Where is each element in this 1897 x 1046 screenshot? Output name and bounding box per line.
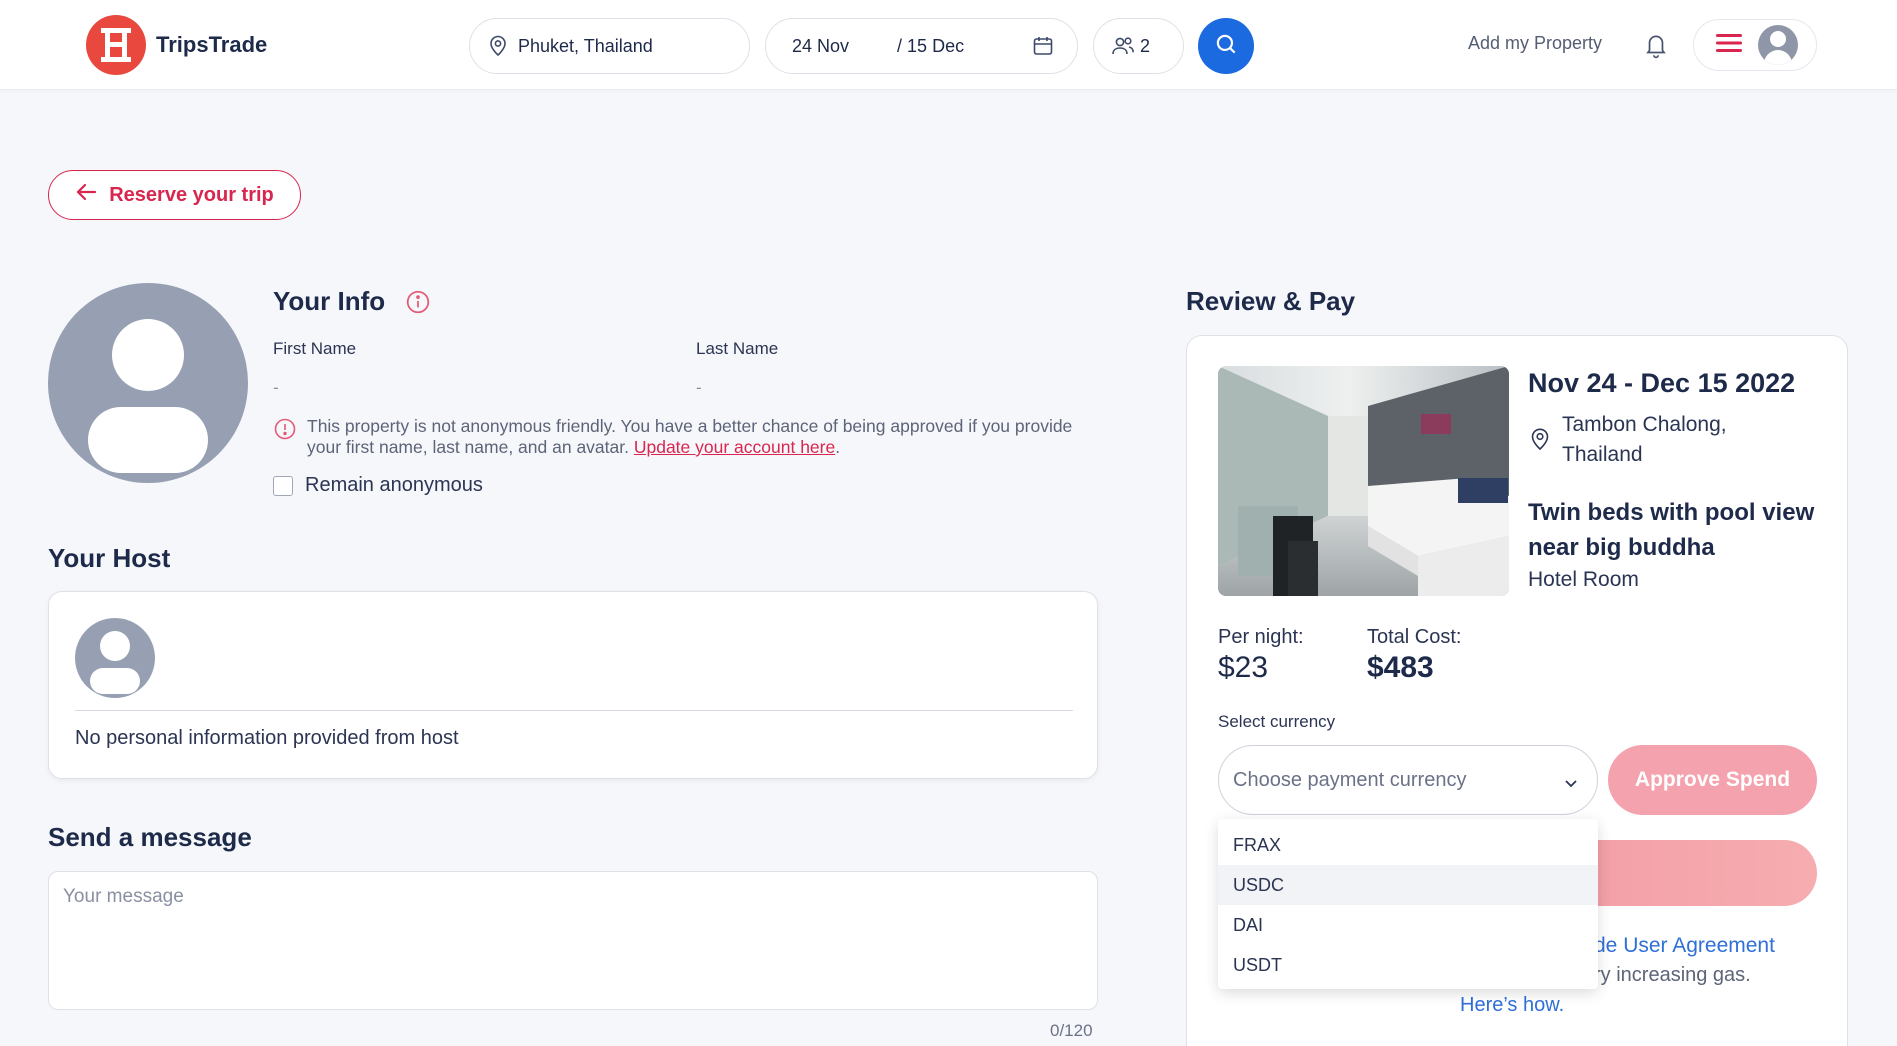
approve-spend-button[interactable]: Approve Spend — [1608, 745, 1817, 815]
profile-avatar-icon[interactable] — [48, 283, 248, 483]
arrow-left-icon — [75, 182, 109, 208]
stay-dates: Nov 24 - Dec 15 2022 — [1528, 368, 1796, 398]
message-box[interactable] — [48, 871, 1098, 1010]
last-name-label: Last Name — [696, 339, 779, 358]
users-icon — [1110, 34, 1136, 58]
host-avatar-icon — [75, 618, 155, 698]
info-icon[interactable] — [405, 289, 431, 320]
review-pay-title: Review & Pay — [1186, 286, 1356, 316]
currency-dropdown-menu: FRAX USDC DAI USDT — [1218, 819, 1598, 989]
reserve-trip-back-button[interactable]: Reserve your trip — [48, 170, 301, 220]
logo-icon — [86, 15, 146, 75]
hamburger-icon — [1716, 33, 1742, 58]
message-input[interactable] — [63, 886, 1083, 995]
guests-picker[interactable]: 2 — [1093, 18, 1184, 74]
guest-count: 2 — [1140, 35, 1151, 56]
host-divider — [75, 710, 1073, 711]
currency-option-frax[interactable]: FRAX — [1218, 825, 1598, 865]
remain-anonymous-option[interactable]: Remain anonymous — [273, 474, 483, 497]
date-range-picker[interactable]: 24 Nov / 15 Dec — [765, 18, 1078, 74]
first-name-label: First Name — [273, 339, 357, 358]
bell-icon[interactable] — [1643, 31, 1669, 64]
host-info-text: No personal information provided from ho… — [75, 727, 459, 749]
anonymity-notice: This property is not anonymous friendly.… — [273, 416, 1093, 458]
currency-option-usdc[interactable]: USDC — [1218, 865, 1598, 905]
per-night-label: Per night: — [1218, 626, 1304, 648]
date-start: 24 Nov — [792, 35, 850, 56]
alert-circle-icon — [273, 417, 297, 446]
last-name-value: - — [696, 378, 702, 397]
map-pin-icon — [1528, 426, 1552, 461]
search-button[interactable] — [1198, 18, 1254, 74]
search-icon — [1213, 31, 1239, 62]
room-name: Twin beds with pool view near big buddha — [1528, 499, 1815, 561]
message-char-counter: 0/120 — [1050, 1021, 1093, 1040]
top-header: TripsTrade Phuket, Thailand 24 Nov / 15 … — [0, 0, 1897, 90]
your-host-title: Your Host — [48, 543, 171, 573]
first-name-value: - — [273, 378, 279, 397]
user-avatar-icon — [1758, 25, 1798, 65]
currency-select[interactable]: Choose payment currency — [1218, 745, 1598, 815]
property-location: Tambon Chalong, Thailand — [1528, 410, 1778, 470]
your-info-title: Your Info — [273, 286, 386, 316]
brand-name: TripsTrade — [156, 32, 268, 57]
currency-select-value: Choose payment currency — [1233, 768, 1467, 791]
total-cost-value: $483 — [1367, 651, 1434, 684]
property-location-text: Tambon Chalong, Thailand — [1562, 413, 1727, 466]
update-account-link[interactable]: Update your account here — [634, 437, 835, 457]
brand-logo[interactable]: TripsTrade — [86, 15, 267, 75]
add-property-link[interactable]: Add my Property — [1468, 33, 1602, 54]
notice-end: . — [835, 437, 841, 457]
send-message-title: Send a message — [48, 822, 252, 852]
gas-notice: ry increasing gas. — [1594, 964, 1751, 986]
host-card: No personal information provided from ho… — [48, 591, 1098, 779]
currency-option-usdt[interactable]: USDT — [1218, 945, 1598, 985]
currency-option-dai[interactable]: DAI — [1218, 905, 1598, 945]
user-agreement-link[interactable]: de User Agreement — [1594, 934, 1775, 958]
remain-anonymous-checkbox[interactable] — [273, 475, 293, 496]
room-type: Hotel Room — [1528, 568, 1639, 591]
date-end: / 15 Dec — [897, 35, 965, 56]
select-currency-label: Select currency — [1218, 712, 1336, 731]
per-night-value: $23 — [1218, 651, 1269, 684]
remain-anonymous-label: Remain anonymous — [305, 474, 483, 496]
location-search[interactable]: Phuket, Thailand — [469, 18, 750, 74]
user-menu-button[interactable] — [1693, 19, 1817, 71]
back-button-label: Reserve your trip — [109, 183, 274, 206]
room-photo — [1218, 366, 1509, 596]
map-pin-icon — [486, 34, 510, 58]
chevron-down-icon — [1563, 773, 1579, 796]
calendar-icon — [1031, 34, 1055, 58]
location-value: Phuket, Thailand — [518, 35, 653, 56]
total-cost-label: Total Cost: — [1367, 626, 1462, 648]
heres-how-link[interactable]: Here’s how. — [1460, 994, 1572, 1017]
